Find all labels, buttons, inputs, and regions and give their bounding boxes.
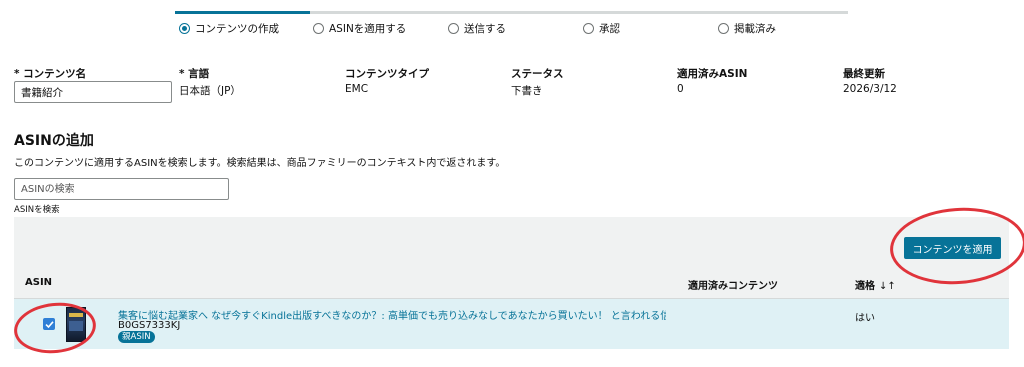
step-radio-icon (448, 23, 459, 34)
step-create-content[interactable]: コンテンツの作成 (179, 21, 279, 36)
step-approval[interactable]: 承認 (583, 21, 620, 36)
last-updated-value: 2026/3/12 (843, 83, 897, 95)
step-submit[interactable]: 送信する (448, 21, 506, 36)
eligibility-header-label: 適格 (855, 281, 875, 292)
eligibility-value: はい (855, 313, 875, 324)
status-label: ステータス (511, 68, 564, 80)
apply-content-button[interactable]: コンテンツを適用 (904, 237, 1001, 259)
status-value: 下書き (511, 85, 543, 97)
book-cover-thumbnail (66, 307, 86, 342)
content-type-value: EMC (345, 83, 369, 95)
add-asin-heading: ASINの追加 (14, 133, 94, 149)
product-title-link[interactable]: 集客に悩む起業家へ なぜ今すぐKindle出版すべきなのか？: 高単価でも売り込… (118, 307, 666, 322)
content-name-input[interactable] (14, 81, 172, 103)
parent-asin-badge: 親ASIN (118, 331, 155, 343)
step-label: コンテンツの作成 (195, 23, 279, 35)
column-header-eligibility[interactable]: 適格 ↓↑ (855, 277, 896, 292)
row-select-checkbox[interactable] (43, 318, 55, 330)
progress-stepper: コンテンツの作成 ASINを適用する 送信する 承認 掲載済み (175, 10, 848, 40)
content-type-label: コンテンツタイプ (345, 68, 429, 80)
step-radio-icon (718, 23, 729, 34)
sort-arrows-icon[interactable]: ↓↑ (879, 281, 896, 292)
asin-search-input[interactable] (14, 178, 229, 200)
column-header-asin[interactable]: ASIN (25, 277, 52, 288)
stepper-progress-bar (175, 11, 310, 14)
asin-search-help-text: ASINを検索 (14, 205, 60, 215)
applied-asin-value: 0 (677, 83, 684, 95)
step-apply-asin[interactable]: ASINを適用する (313, 21, 406, 36)
step-label: ASINを適用する (329, 23, 407, 35)
language-label: * 言語 (179, 68, 210, 80)
step-radio-icon (313, 23, 324, 34)
step-published[interactable]: 掲載済み (718, 21, 776, 36)
applied-asin-label: 適用済みASIN (677, 68, 748, 80)
add-asin-description: このコンテンツに適用するASINを検索します。検索結果は、商品ファミリーのコンテ… (14, 158, 506, 169)
column-header-applied-content[interactable]: 適用済みコンテンツ (688, 277, 778, 292)
step-label: 承認 (599, 23, 620, 35)
step-radio-selected-icon (179, 23, 190, 34)
content-name-label: * コンテンツ名 (14, 68, 87, 80)
step-label: 掲載済み (734, 23, 776, 35)
step-radio-icon (583, 23, 594, 34)
language-value: 日本語（JP） (179, 85, 241, 97)
product-asin: B0GS7333KJ (118, 320, 181, 331)
checkmark-icon (45, 321, 54, 329)
step-label: 送信する (464, 23, 506, 35)
last-updated-label: 最終更新 (843, 68, 885, 80)
